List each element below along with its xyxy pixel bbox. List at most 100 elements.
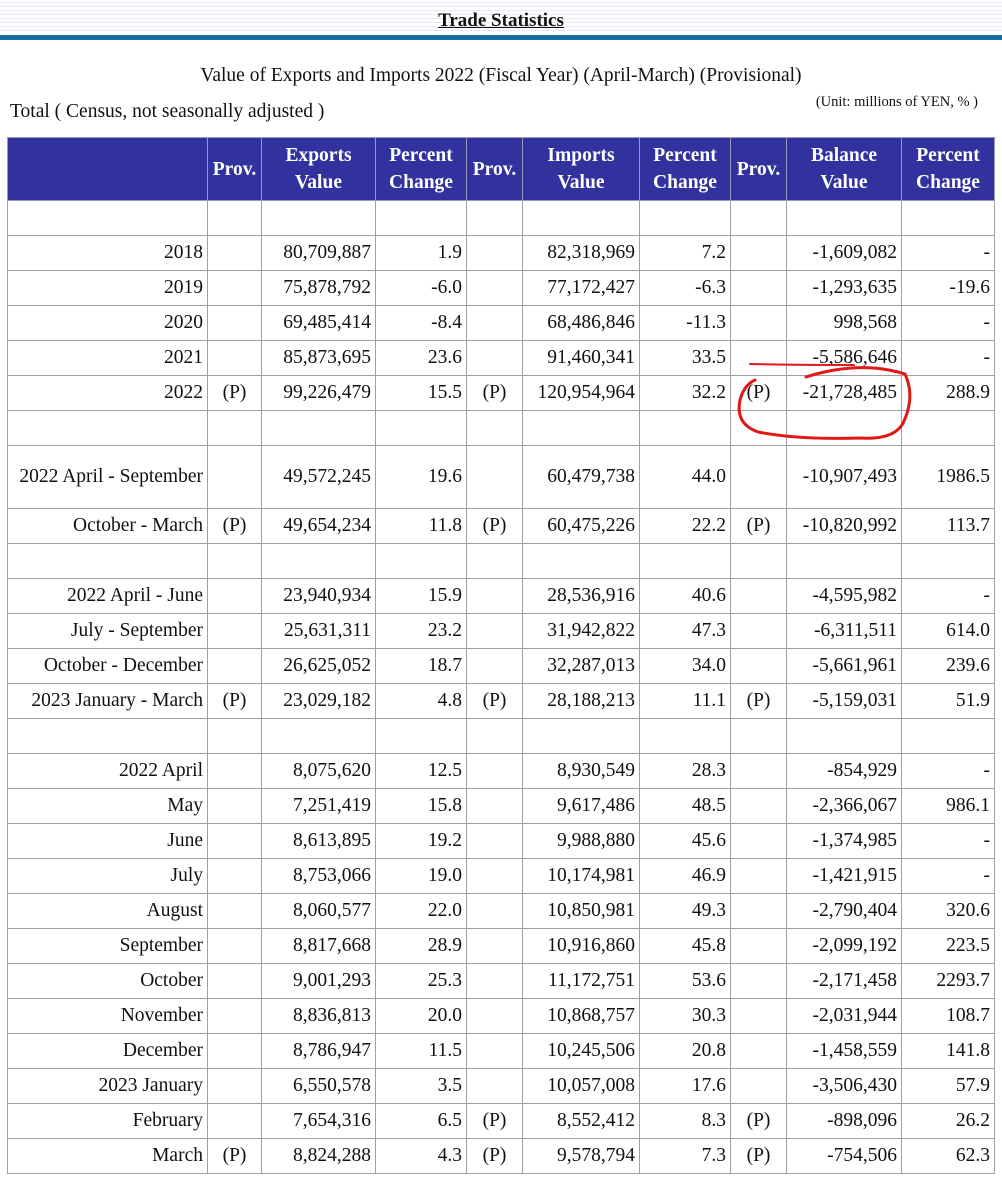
exports-value-cell: 8,060,577: [261, 893, 376, 929]
balance-percent-cell: 57.9: [901, 1068, 995, 1104]
imports-value-cell: 9,988,880: [522, 823, 640, 859]
imports-prov-cell: [466, 998, 523, 1034]
imports-value-cell: 32,287,013: [522, 648, 640, 684]
exports-value-cell: 8,824,288: [261, 1138, 376, 1174]
exports-prov-cell: (P): [207, 1138, 262, 1174]
period-cell: October - December: [7, 648, 208, 684]
exports-percent-cell: 25.3: [375, 963, 467, 999]
balance-prov-cell: [730, 445, 787, 509]
balance-value-cell: [786, 718, 902, 754]
imports-percent-cell: 8.3: [639, 1103, 731, 1139]
balance-percent-cell: -: [901, 823, 995, 859]
imports-prov-cell: [466, 648, 523, 684]
header-line: Percent: [916, 145, 980, 166]
imports-percent-cell: -11.3: [639, 305, 731, 341]
period-cell: 2018: [7, 235, 208, 271]
imports-percent-cell: 7.2: [639, 235, 731, 271]
exports-value-cell: 85,873,695: [261, 340, 376, 376]
exports-prov-cell: [207, 963, 262, 999]
imports-percent-cell: 7.3: [639, 1138, 731, 1174]
imports-prov-cell: (P): [466, 683, 523, 719]
imports-prov-cell: [466, 613, 523, 649]
period-cell: August: [7, 893, 208, 929]
balance-value-cell: -2,099,192: [786, 928, 902, 964]
table-row: 2022 April - September 49,572,245 19.6 60,4…: [7, 445, 995, 509]
exports-percent-cell: -6.0: [375, 270, 467, 306]
imports-percent-cell: 48.5: [639, 788, 731, 824]
table-row: September 8,817,668 28.9 10,916,860 45.8 -2,0…: [7, 928, 995, 964]
balance-value-cell: -2,366,067: [786, 788, 902, 824]
balance-prov-cell: [730, 1033, 787, 1069]
table-row: 2023 January - March (P) 23,029,182 4.8 (P) 2…: [7, 683, 995, 719]
period-cell: 2023 January - March: [7, 683, 208, 719]
balance-percent-cell: 113.7: [901, 508, 995, 544]
table-row: March (P) 8,824,288 4.3 (P) 9,578,794 7.3 (P) -7…: [7, 1138, 995, 1174]
period-cell: December: [7, 1033, 208, 1069]
exports-prov-cell: (P): [207, 375, 262, 411]
balance-value-cell: -21,728,485: [786, 375, 902, 411]
balance-prov-cell: [730, 578, 787, 614]
imports-prov-cell: [466, 305, 523, 341]
balance-percent-cell: -: [901, 340, 995, 376]
exports-percent-cell: 22.0: [375, 893, 467, 929]
balance-value-cell: [786, 543, 902, 579]
exports-prov-cell: [207, 613, 262, 649]
balance-prov-cell: [730, 270, 787, 306]
unit-note: (Unit: millions of YEN, % ): [815, 94, 978, 110]
imports-prov-cell: [466, 543, 523, 579]
balance-prov-cell: [730, 543, 787, 579]
exports-percent-cell: 11.5: [375, 1033, 467, 1069]
table-title: Value of Exports and Imports 2022 (Fisca…: [200, 65, 802, 86]
exports-prov-cell: [207, 718, 262, 754]
exports-value-cell: 49,572,245: [261, 445, 376, 509]
balance-percent-cell: -19.6: [901, 270, 995, 306]
balance-value-cell: -6,311,511: [786, 613, 902, 649]
spacer-row: [7, 718, 995, 754]
balance-prov-cell: [730, 200, 787, 236]
period-header: [7, 137, 208, 201]
balance-prov-cell: [730, 340, 787, 376]
exports-prov-cell: [207, 578, 262, 614]
table-header-row: Prov. Exports Value Percent Change Prov. I…: [7, 137, 995, 201]
header-line: Change: [389, 172, 453, 193]
exports-percent-cell: 18.7: [375, 648, 467, 684]
imports-value-cell: 9,617,486: [522, 788, 640, 824]
balance-prov-cell: [730, 235, 787, 271]
spacer-row: [7, 410, 995, 446]
exports-prov-cell: [207, 1068, 262, 1104]
exports-prov-cell: [207, 998, 262, 1034]
table-row: 2020 69,485,414 -8.4 68,486,846 -11.3 998,568…: [7, 305, 995, 341]
imports-value-cell: [522, 718, 640, 754]
balance-value-cell: -5,661,961: [786, 648, 902, 684]
table-row: October 9,001,293 25.3 11,172,751 53.6 -2,171…: [7, 963, 995, 999]
exports-prov-cell: [207, 753, 262, 789]
exports-percent-cell: 1.9: [375, 235, 467, 271]
imports-value-cell: 9,578,794: [522, 1138, 640, 1174]
balance-percent-cell: -: [901, 305, 995, 341]
imports-prov-cell: (P): [466, 1103, 523, 1139]
balance-value-cell: -898,096: [786, 1103, 902, 1139]
imports-value-cell: 77,172,427: [522, 270, 640, 306]
exports-percent-cell: 23.2: [375, 613, 467, 649]
header-line: Value: [820, 172, 868, 193]
exports-percent-cell: [375, 410, 467, 446]
balance-value-cell: -1,421,915: [786, 858, 902, 894]
table-subtitle: Total ( Census, not seasonally adjusted …: [10, 101, 325, 122]
period-cell: July - September: [7, 613, 208, 649]
period-cell: March: [7, 1138, 208, 1174]
table-row: August 8,060,577 22.0 10,850,981 49.3 -2,790,…: [7, 893, 995, 929]
balance-percent-cell: 986.1: [901, 788, 995, 824]
exports-prov-cell: [207, 305, 262, 341]
imports-prov-cell: [466, 928, 523, 964]
period-cell: [7, 200, 208, 236]
imports-prov-cell: (P): [466, 1138, 523, 1174]
exports-prov-cell: [207, 648, 262, 684]
imports-value-cell: 60,475,226: [522, 508, 640, 544]
imports-prov-cell: [466, 718, 523, 754]
exports-value-cell: 75,878,792: [261, 270, 376, 306]
balance-value-cell: 998,568: [786, 305, 902, 341]
table-row: December 8,786,947 11.5 10,245,506 20.8 -1,45…: [7, 1033, 995, 1069]
exports-prov-cell: [207, 928, 262, 964]
imports-prov-cell: [466, 445, 523, 509]
imports-prov-cell: [466, 1033, 523, 1069]
